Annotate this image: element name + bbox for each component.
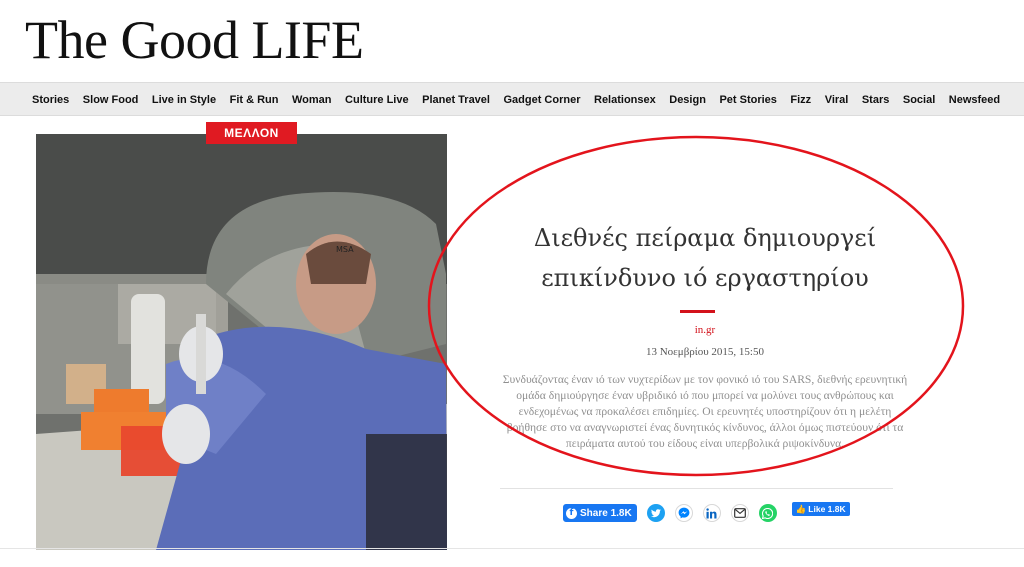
nav-item-social[interactable]: Social <box>903 94 935 106</box>
nav-item-viral[interactable]: Viral <box>825 94 849 106</box>
facebook-icon: f <box>566 507 577 519</box>
nav-item-pet-stories[interactable]: Pet Stories <box>719 94 776 106</box>
whatsapp-icon[interactable] <box>758 504 777 522</box>
nav-item-woman[interactable]: Woman <box>292 94 332 106</box>
nav-item-fit-run[interactable]: Fit & Run <box>230 94 279 106</box>
main-nav: Stories Slow Food Live in Style Fit & Ru… <box>0 82 1024 116</box>
nav-item-stories[interactable]: Stories <box>32 94 69 106</box>
email-icon[interactable] <box>730 504 749 522</box>
headline-line-2: επικίνδυνο ιό εργαστηρίου <box>541 264 869 292</box>
facebook-like-button[interactable]: 👍 Like 1.8K <box>791 502 850 516</box>
nav-item-culture-live[interactable]: Culture Live <box>345 94 409 106</box>
share-bar: f Share 1.8K 👍 Like 1.8K <box>563 502 850 522</box>
messenger-icon[interactable] <box>674 504 693 522</box>
facebook-share-button[interactable]: f Share 1.8K <box>563 504 637 522</box>
nav-item-design[interactable]: Design <box>669 94 706 106</box>
nav-item-gadget-corner[interactable]: Gadget Corner <box>503 94 580 106</box>
nav-item-fizz[interactable]: Fizz <box>790 94 811 106</box>
nav-item-live-in-style[interactable]: Live in Style <box>152 94 216 106</box>
linkedin-icon[interactable] <box>702 504 721 522</box>
article-source[interactable]: in.gr <box>480 324 930 336</box>
site-title[interactable]: The Good LIFE <box>25 10 364 70</box>
article-date: 13 Νοεμβρίου 2015, 15:50 <box>645 346 764 358</box>
category-badge[interactable]: ΜΕΛΛΟΝ <box>206 122 297 144</box>
facebook-like-label: Like 1.8K <box>808 504 846 514</box>
nav-item-planet-travel[interactable]: Planet Travel <box>422 94 490 106</box>
nav-item-stars[interactable]: Stars <box>862 94 890 106</box>
nav-item-slow-food[interactable]: Slow Food <box>83 94 139 106</box>
helmet-label: MSA <box>336 245 354 254</box>
thumbs-up-icon: 👍 <box>795 503 807 514</box>
share-divider <box>500 488 893 489</box>
article-summary: Συνδυάζοντας έναν ιό των νυχτερίδων με τ… <box>502 373 908 450</box>
nav-item-newsfeed[interactable]: Newsfeed <box>949 94 1000 106</box>
bottom-divider <box>0 548 1024 549</box>
headline-line-1: Διεθνές πείραμα δημιουργεί <box>533 224 877 252</box>
lab-scientist-illustration: MSA <box>36 134 447 550</box>
facebook-share-label: Share 1.8K <box>580 507 632 519</box>
twitter-icon[interactable] <box>646 504 665 522</box>
nav-item-relationsex[interactable]: Relationsex <box>594 94 656 106</box>
article-headline[interactable]: Διεθνές πείραμα δημιουργεί επικίνδυνο ιό… <box>480 218 930 298</box>
article-photo[interactable]: MSA <box>36 134 447 550</box>
headline-divider <box>680 310 715 313</box>
